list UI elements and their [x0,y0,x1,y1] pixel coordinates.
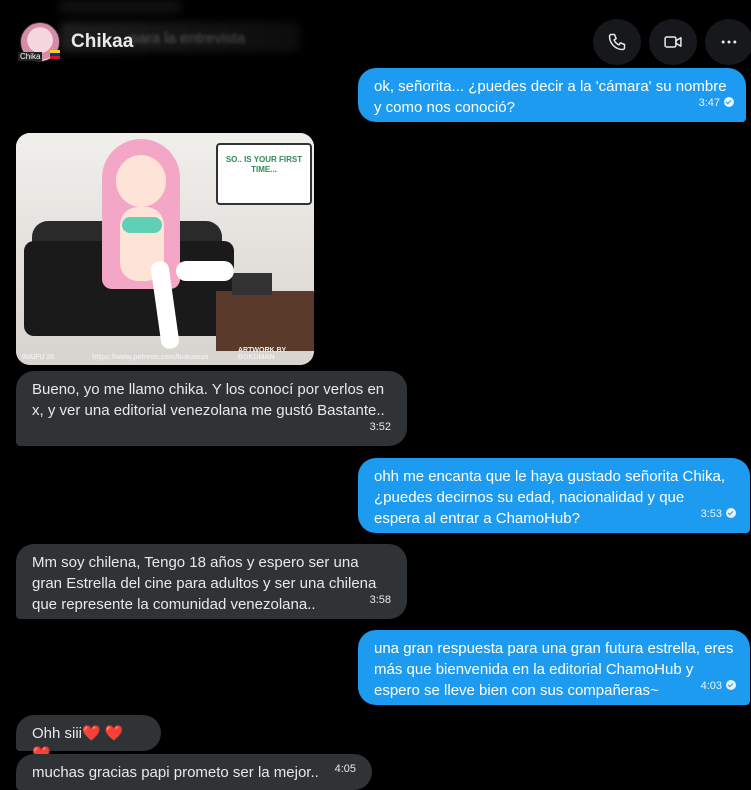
message-text: muchas gracias papi prometo ser la mejor… [32,764,319,781]
message-text: una gran respuesta para una gran futura … [374,640,734,699]
read-check-icon [726,680,736,690]
character-face [116,155,166,207]
video-call-button[interactable] [649,19,697,65]
box-shape [232,273,272,295]
message-bubble-outgoing[interactable]: una gran respuesta para una gran futura … [358,630,750,705]
table-shape [216,291,314,351]
more-options-button[interactable] [705,19,751,65]
flag-icon [50,50,60,59]
read-check-icon [726,508,736,518]
message-bubble-incoming[interactable]: Mm soy chilena, Tengo 18 años y espero s… [16,544,407,619]
blurred-background-text [60,0,180,14]
more-options-icon [721,40,737,44]
message-text: Mm soy chilena, Tengo 18 años y espero s… [32,554,377,613]
image-caption: WAIFU 26 [22,354,55,361]
message-bubble-incoming[interactable]: Ohh siii❤️ ❤️ ❤️ [16,715,161,763]
blurred-text: para la entrevista [130,30,246,47]
image-caption: ARTWORK BY BOKUMAN [238,347,287,361]
message-text: ohh me encanta que le haya gustado señor… [374,468,726,527]
message-bubble-incoming[interactable]: muchas gracias papi prometo ser la mejor… [16,754,372,790]
message-text: Bueno, yo me llamo chika. Y los conocí p… [32,381,385,419]
message-bubble-outgoing[interactable]: ohh me encanta que le haya gustado señor… [358,458,750,533]
message-bubble-outgoing[interactable]: ok, señorita... ¿puedes decir a la 'cáma… [358,68,746,122]
phone-icon [608,33,626,51]
character-swimsuit [122,217,162,233]
image-message[interactable]: SO.. IS YOUR FIRST TIME... WAIFU 26 http… [16,133,314,365]
video-camera-icon [664,36,682,48]
message-time: 4:03 [701,676,736,697]
speech-bubble: SO.. IS YOUR FIRST TIME... [216,143,312,205]
message-text: ok, señorita... ¿puedes decir a la 'cáma… [374,78,727,116]
character-leg [176,261,234,281]
message-time: 3:53 [701,504,736,525]
contact-name[interactable]: Chikaa [71,31,133,53]
message-time: 3:52 [369,421,391,433]
read-check-icon [724,97,734,107]
message-time: 4:05 [334,763,356,775]
message-bubble-incoming[interactable]: Bueno, yo me llamo chika. Y los conocí p… [16,371,407,446]
image-caption: https://www.patreon.com/bokuman [92,354,209,361]
message-time: 3:58 [369,594,391,606]
call-button[interactable] [593,19,641,65]
message-time: 3:47 [699,93,734,114]
avatar-tag: Chika [18,52,43,61]
